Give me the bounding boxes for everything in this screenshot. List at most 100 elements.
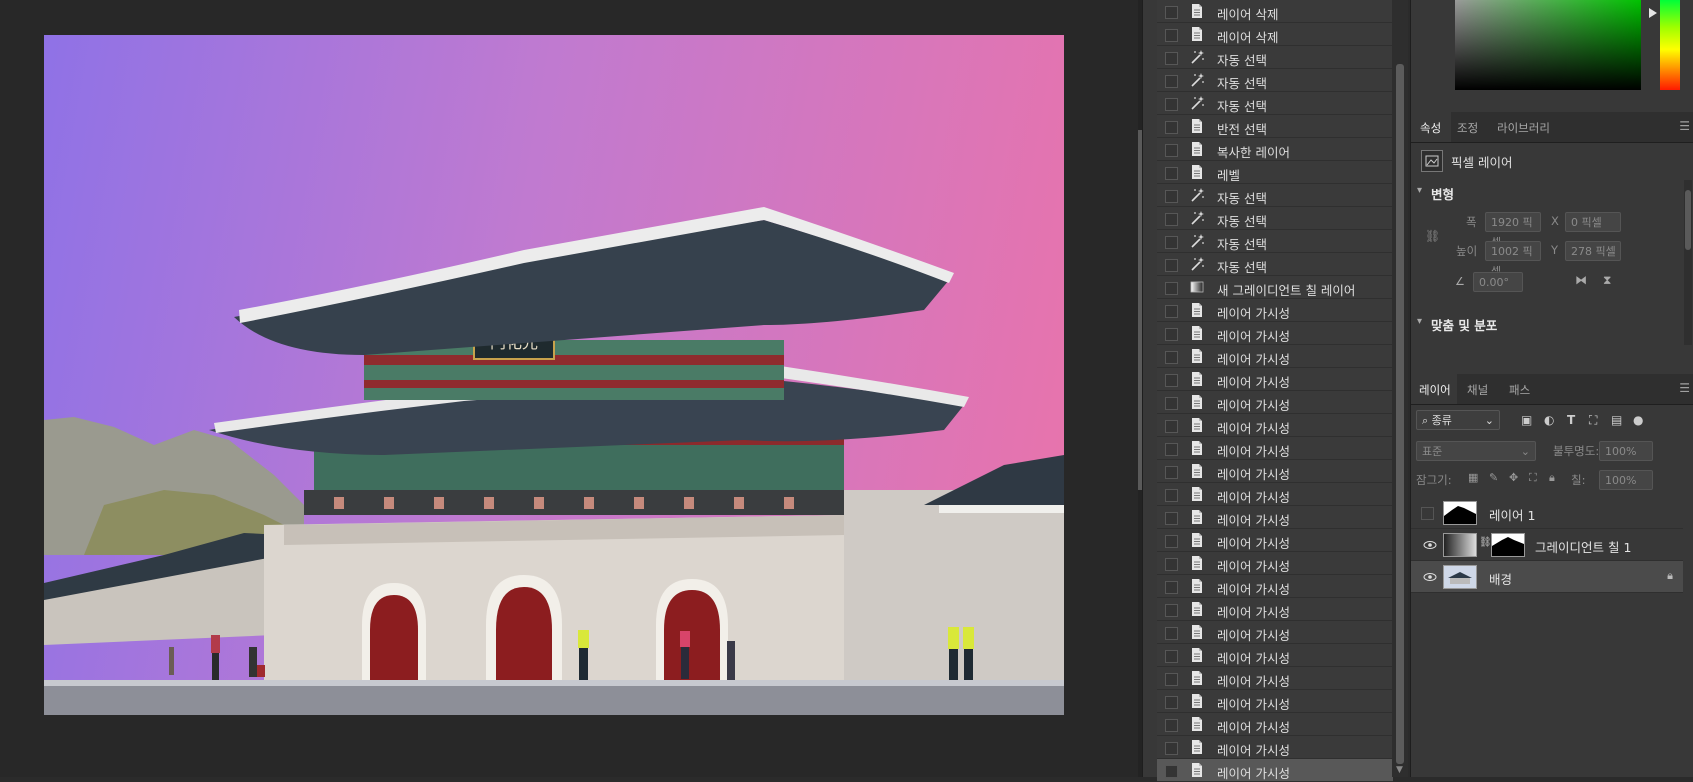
align-section-title[interactable]: 맞춤 및 분포 <box>1431 315 1497 334</box>
history-item[interactable]: 레이어 가시성 <box>1157 736 1393 759</box>
tab-properties[interactable]: 속성 <box>1420 120 1441 136</box>
history-item[interactable]: 레이어 가시성 <box>1157 414 1393 437</box>
history-scroll-thumb[interactable] <box>1396 64 1404 764</box>
history-snapshot-checkbox[interactable] <box>1165 282 1178 295</box>
filter-toggle-icon[interactable]: ● <box>1633 413 1647 427</box>
blend-mode-select[interactable]: 표준 ⌄ <box>1416 441 1536 461</box>
lock-artboard-icon[interactable]: ⛶ <box>1529 471 1537 485</box>
link-icon[interactable]: ⛓ <box>1479 537 1492 548</box>
history-snapshot-checkbox[interactable] <box>1165 144 1178 157</box>
y-field[interactable]: 278 픽셀 <box>1565 241 1621 261</box>
history-item[interactable]: 자동 선택 <box>1157 253 1393 276</box>
history-snapshot-checkbox[interactable] <box>1165 29 1178 42</box>
history-snapshot-checkbox[interactable] <box>1165 489 1178 502</box>
history-snapshot-checkbox[interactable] <box>1165 742 1178 755</box>
eye-icon[interactable] <box>1423 538 1437 552</box>
chevron-down-icon[interactable]: ▾ <box>1417 185 1422 196</box>
history-item[interactable]: 레이어 가시성 <box>1157 460 1393 483</box>
layer-row-layer1[interactable]: 레이어 1 <box>1411 497 1683 529</box>
filter-adjustment-icon[interactable]: ◐ <box>1544 413 1558 427</box>
history-snapshot-checkbox[interactable] <box>1165 397 1178 410</box>
history-snapshot-checkbox[interactable] <box>1165 581 1178 594</box>
document-canvas[interactable]: 門化光 <box>44 35 1064 715</box>
history-scrollbar[interactable]: ▼ <box>1392 0 1408 777</box>
history-snapshot-checkbox[interactable] <box>1165 52 1178 65</box>
history-snapshot-checkbox[interactable] <box>1165 558 1178 571</box>
history-snapshot-checkbox[interactable] <box>1165 75 1178 88</box>
filter-pixel-icon[interactable]: ▣ <box>1521 413 1535 427</box>
layer-row-gradient-fill[interactable]: ⛓ 그레이디언트 칠 1 <box>1411 529 1683 561</box>
filter-shape-icon[interactable]: ⛶ <box>1589 413 1603 427</box>
history-item[interactable]: 자동 선택 <box>1157 46 1393 69</box>
history-snapshot-checkbox[interactable] <box>1165 420 1178 433</box>
history-snapshot-checkbox[interactable] <box>1165 6 1178 19</box>
history-item[interactable]: 자동 선택 <box>1157 69 1393 92</box>
chevron-down-icon[interactable]: ▼ <box>1396 765 1403 775</box>
hue-pointer-icon[interactable] <box>1649 8 1657 18</box>
history-snapshot-checkbox[interactable] <box>1165 673 1178 686</box>
history-item[interactable]: 레이어 가시성 <box>1157 437 1393 460</box>
history-item[interactable]: 레이어 가시성 <box>1157 529 1393 552</box>
history-snapshot-checkbox[interactable] <box>1165 351 1178 364</box>
history-snapshot-checkbox[interactable] <box>1165 512 1178 525</box>
width-field[interactable]: 1920 픽셀 <box>1485 212 1541 249</box>
flip-vertical-icon[interactable]: ⧗ <box>1603 273 1611 288</box>
lock-position-icon[interactable]: ✥ <box>1509 471 1518 484</box>
history-snapshot-checkbox[interactable] <box>1165 765 1178 778</box>
history-item[interactable]: 반전 선택 <box>1157 115 1393 138</box>
panel-menu-icon[interactable]: ☰ <box>1679 381 1690 395</box>
history-item[interactable]: 레이어 가시성 <box>1157 506 1393 529</box>
history-snapshot-checkbox[interactable] <box>1165 443 1178 456</box>
history-snapshot-checkbox[interactable] <box>1165 236 1178 249</box>
opacity-field[interactable]: 100% <box>1599 441 1653 461</box>
history-item[interactable]: 레이어 가시성 <box>1157 598 1393 621</box>
history-item[interactable]: 레벨 <box>1157 161 1393 184</box>
angle-field[interactable]: 0.00° <box>1473 272 1523 292</box>
history-item[interactable]: 레이어 가시성 <box>1157 322 1393 345</box>
lock-transparent-icon[interactable]: ▦ <box>1468 471 1478 484</box>
history-snapshot-checkbox[interactable] <box>1165 604 1178 617</box>
eye-icon[interactable] <box>1423 570 1437 584</box>
canvas-area[interactable]: 門化光 <box>0 0 1138 777</box>
history-item[interactable]: 레이어 삭제 <box>1157 0 1393 23</box>
layer-filter-select[interactable]: ⌕ 종류 ⌄ <box>1416 410 1500 430</box>
history-item[interactable]: 레이어 가시성 <box>1157 345 1393 368</box>
history-item[interactable]: 복사한 레이어 <box>1157 138 1393 161</box>
history-snapshot-checkbox[interactable] <box>1165 259 1178 272</box>
tab-paths[interactable]: 패스 <box>1509 382 1530 398</box>
history-item[interactable]: 레이어 가시성 <box>1157 483 1393 506</box>
history-snapshot-checkbox[interactable] <box>1165 98 1178 111</box>
history-snapshot-checkbox[interactable] <box>1165 535 1178 548</box>
history-item[interactable]: 레이어 가시성 <box>1157 621 1393 644</box>
tab-libraries[interactable]: 라이브러리 <box>1497 120 1550 136</box>
history-snapshot-checkbox[interactable] <box>1165 719 1178 732</box>
x-field[interactable]: 0 픽셀 <box>1565 212 1621 232</box>
history-snapshot-checkbox[interactable] <box>1165 213 1178 226</box>
tab-adjustments[interactable]: 조정 <box>1457 120 1478 136</box>
history-item[interactable]: 레이어 가시성 <box>1157 552 1393 575</box>
history-item[interactable]: 레이어 가시성 <box>1157 299 1393 322</box>
history-item[interactable]: 새 그레이디언트 칠 레이어 <box>1157 276 1393 299</box>
history-item[interactable]: 자동 선택 <box>1157 92 1393 115</box>
layer-name[interactable]: 그레이디언트 칠 1 <box>1535 537 1631 556</box>
history-item[interactable]: 레이어 가시성 <box>1157 667 1393 690</box>
history-item[interactable]: 레이어 가시성 <box>1157 713 1393 736</box>
history-snapshot-checkbox[interactable] <box>1165 305 1178 318</box>
history-item[interactable]: 자동 선택 <box>1157 184 1393 207</box>
history-item[interactable]: 레이어 가시성 <box>1157 644 1393 667</box>
tab-layers[interactable]: 레이어 <box>1419 382 1451 398</box>
tab-channels[interactable]: 채널 <box>1467 382 1488 398</box>
history-snapshot-checkbox[interactable] <box>1165 650 1178 663</box>
history-item[interactable]: 자동 선택 <box>1157 207 1393 230</box>
visibility-toggle-off[interactable] <box>1421 507 1434 520</box>
transform-section-title[interactable]: 변형 <box>1431 184 1454 203</box>
layer-name[interactable]: 배경 <box>1489 569 1512 588</box>
history-snapshot-checkbox[interactable] <box>1165 121 1178 134</box>
filter-type-icon[interactable]: T <box>1567 413 1581 427</box>
history-snapshot-checkbox[interactable] <box>1165 167 1178 180</box>
history-item[interactable]: 자동 선택 <box>1157 230 1393 253</box>
history-item[interactable]: 레이어 가시성 <box>1157 759 1393 782</box>
history-item[interactable]: 레이어 가시성 <box>1157 368 1393 391</box>
history-snapshot-checkbox[interactable] <box>1165 190 1178 203</box>
history-item[interactable]: 레이어 가시성 <box>1157 575 1393 598</box>
